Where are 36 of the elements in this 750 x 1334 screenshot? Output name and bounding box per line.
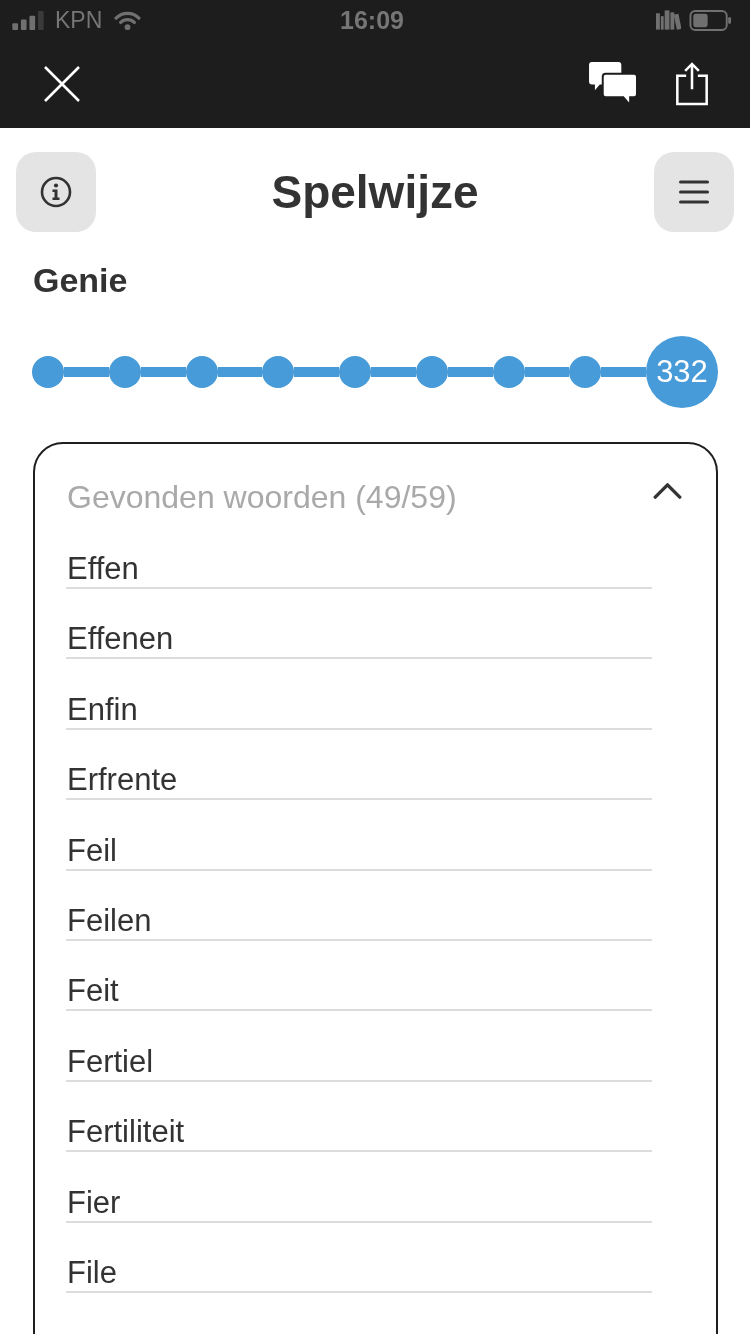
found-word: Effen [66,551,139,586]
track-segment [601,367,646,377]
books-icon [656,10,681,30]
carrier-name: KPN [55,6,103,34]
track-segment [140,367,186,377]
menu-button[interactable] [654,152,734,232]
wifi-icon [114,10,142,30]
track-segment [64,367,109,377]
share-icon[interactable] [675,60,709,106]
found-word: Effenen [66,621,174,657]
found-word: Erfrente [66,762,178,798]
section-title: Gevonden woorden (49/59) [66,479,457,515]
found-word: Fertiel [66,1043,154,1079]
page-title: Spelwijze [270,165,480,220]
found-word: File [66,1254,117,1290]
menu-icon [679,180,709,204]
signal-icon [12,10,45,30]
score-badge: 332 [646,336,718,408]
rank-label: Genie [33,260,128,300]
found-word: Fier [66,1184,121,1220]
found-word: Feit [66,973,119,1009]
battery-icon [689,9,732,31]
found-word: Fertiliteit [66,1114,185,1150]
close-icon[interactable] [44,66,80,102]
track-segment [217,367,263,377]
track-segment [294,367,339,377]
found-word: Feil [66,832,117,868]
info-icon [40,176,72,208]
chevron-icon[interactable] [653,481,682,499]
track-segment [524,367,570,377]
status-time: 16:09 [340,5,404,35]
info-button[interactable] [16,152,96,232]
found-word: Feilen [66,902,152,938]
track-segment [447,367,493,377]
found-word: Enfin [66,691,138,727]
track-segment [371,367,416,377]
